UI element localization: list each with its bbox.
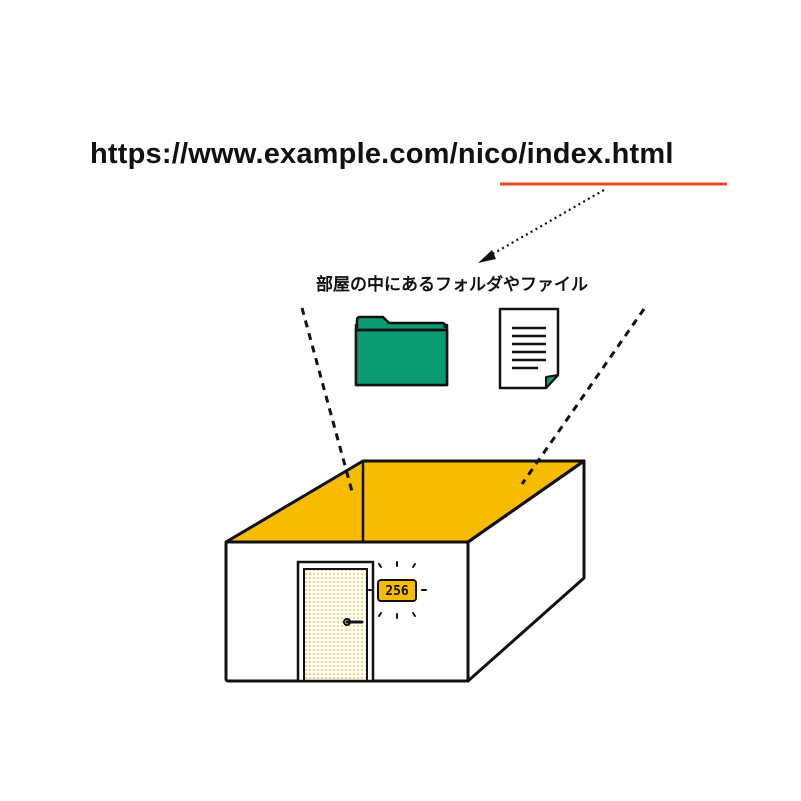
perspective-line-left xyxy=(300,307,355,496)
diagram: https://www.example.com/nico/index.html … xyxy=(0,0,801,801)
illustration: 256 xyxy=(224,182,727,683)
room-box xyxy=(224,459,586,683)
room-number: 256 xyxy=(385,584,409,599)
room-door xyxy=(296,560,375,683)
pointer-arrow-head xyxy=(478,250,496,263)
pointer-arrow-line xyxy=(483,189,605,260)
folder-icon xyxy=(354,315,449,387)
document-file-icon xyxy=(498,307,560,390)
